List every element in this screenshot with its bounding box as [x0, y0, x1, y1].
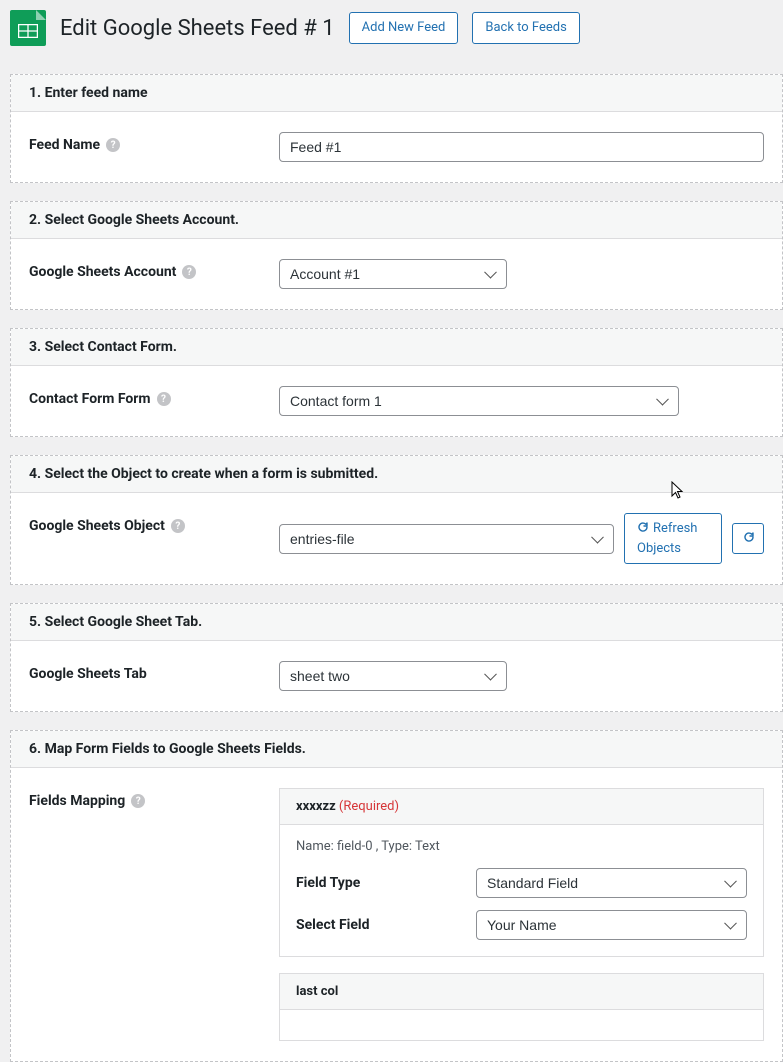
- object-select[interactable]: entries-file: [279, 524, 614, 554]
- object-label: Google Sheets Object: [29, 518, 165, 534]
- mapping-field-meta: Name: field-0 , Type: Text: [280, 825, 763, 862]
- select-field-label: Select Field: [296, 917, 476, 933]
- section-6-title: 6. Map Form Fields to Google Sheets Fiel…: [11, 731, 782, 768]
- section-mapping: 6. Map Form Fields to Google Sheets Fiel…: [10, 730, 783, 1062]
- section-5-title: 5. Select Google Sheet Tab.: [11, 604, 782, 641]
- sheet-tab-label: Google Sheets Tab: [29, 666, 147, 682]
- section-3-title: 3. Select Contact Form.: [11, 329, 782, 366]
- mapping-label: Fields Mapping: [29, 793, 125, 809]
- feed-name-input[interactable]: [279, 132, 764, 162]
- mapping-field-name: xxxxzz: [296, 799, 336, 814]
- add-new-feed-button[interactable]: Add New Feed: [349, 12, 459, 44]
- sheet-tab-select[interactable]: sheet two: [279, 661, 507, 691]
- required-tag: (Required): [339, 799, 399, 814]
- section-4-title: 4. Select the Object to create when a fo…: [11, 456, 782, 493]
- help-icon[interactable]: ?: [157, 392, 171, 406]
- contact-form-select[interactable]: Contact form 1: [279, 386, 679, 416]
- account-label: Google Sheets Account: [29, 264, 176, 280]
- section-2-title: 2. Select Google Sheets Account.: [11, 202, 782, 239]
- contact-form-label: Contact Form Form: [29, 391, 151, 407]
- account-select[interactable]: Account #1: [279, 259, 507, 289]
- section-contact-form: 3. Select Contact Form. Contact Form For…: [10, 328, 783, 437]
- page-title: Edit Google Sheets Feed # 1: [60, 16, 335, 41]
- feed-name-label: Feed Name: [29, 137, 100, 153]
- section-1-title: 1. Enter feed name: [11, 75, 782, 112]
- field-type-label: Field Type: [296, 875, 476, 891]
- help-icon[interactable]: ?: [182, 265, 196, 279]
- section-account: 2. Select Google Sheets Account. Google …: [10, 201, 783, 310]
- mapping-field-2: last col: [279, 973, 764, 1041]
- mapping-field-1: xxxxzz (Required) Name: field-0 , Type: …: [279, 788, 764, 957]
- section-feed-name: 1. Enter feed name Feed Name ?: [10, 74, 783, 183]
- help-icon[interactable]: ?: [171, 519, 185, 533]
- help-icon[interactable]: ?: [106, 138, 120, 152]
- select-field-select[interactable]: Your Name: [476, 910, 747, 940]
- help-icon[interactable]: ?: [131, 794, 145, 808]
- back-to-feeds-button[interactable]: Back to Feeds: [472, 12, 579, 44]
- google-sheets-icon: [10, 10, 46, 46]
- field-type-select[interactable]: Standard Field: [476, 868, 747, 898]
- section-sheet-tab: 5. Select Google Sheet Tab. Google Sheet…: [10, 603, 783, 712]
- section-object: 4. Select the Object to create when a fo…: [10, 455, 783, 585]
- mapping-field-name: last col: [296, 984, 338, 999]
- refresh-objects-button[interactable]: Refresh Objects: [624, 513, 722, 564]
- refresh-secondary-button[interactable]: [732, 523, 764, 555]
